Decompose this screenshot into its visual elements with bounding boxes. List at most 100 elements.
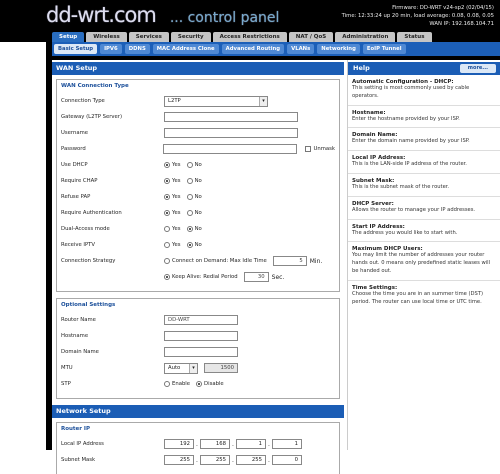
local-ip-label: Local IP Address — [61, 441, 104, 447]
require-auth-yes-radio[interactable] — [164, 210, 170, 216]
help-item: Subnet Mask: This is the subnet mask of t… — [348, 178, 500, 197]
mtu-value-input[interactable]: 1500 — [204, 363, 238, 373]
subtab-vlans[interactable]: VLANs — [287, 44, 315, 54]
router-name-row: Router Name DD-WRT — [61, 312, 335, 328]
local-ip-octet-2[interactable]: 168 — [200, 439, 230, 449]
subnet-octet-4[interactable]: 0 — [272, 455, 302, 465]
local-ip-input: 192. 168. 1. 1 — [164, 439, 302, 449]
help-item-text: Enter the hostname provided by your ISP. — [352, 115, 460, 122]
subtab-ddns[interactable]: DDNS — [124, 44, 150, 54]
connection-type-label: Connection Type — [61, 98, 105, 104]
network-setup-header: Network Setup — [52, 405, 344, 418]
max-idle-time-input[interactable]: 5 — [272, 256, 307, 266]
tab-wireless[interactable]: Wireless — [86, 32, 127, 42]
main-tabs: Setup Wireless Services Security Access … — [0, 32, 500, 42]
refuse-pap-yes-radio[interactable] — [164, 194, 170, 200]
help-item: DHCP Server: Allows the router to manage … — [348, 201, 500, 220]
help-item: Time Settings: Choose the time you are in… — [348, 285, 500, 311]
refuse-pap-no-radio[interactable] — [186, 194, 193, 200]
tab-setup[interactable]: Setup — [52, 32, 85, 42]
subtab-ipv6[interactable]: IPV6 — [100, 44, 122, 54]
username-label: Username — [61, 130, 89, 136]
uptime-text: Time: 12:33:24 up 20 min, load average: … — [341, 13, 494, 19]
gateway-input[interactable] — [164, 112, 298, 122]
connection-type-select[interactable]: L2TP ▾ — [164, 95, 268, 107]
unmask-option: Unmask — [304, 146, 335, 152]
subnet-octet-2[interactable]: 255 — [200, 455, 230, 465]
connection-strategy-row: Connection Strategy Connect on Demand: M… — [61, 253, 335, 269]
hostname-row: Hostname — [61, 328, 335, 344]
dual-access-yes-radio[interactable] — [164, 226, 170, 232]
require-chap-no-radio[interactable] — [186, 178, 193, 184]
tab-nat-qos[interactable]: NAT / QoS — [288, 32, 334, 42]
stp-disable-radio[interactable] — [196, 381, 203, 387]
subtab-advanced-routing[interactable]: Advanced Routing — [221, 44, 285, 54]
gateway-label: Gateway (L2TP Server) — [61, 114, 123, 120]
redial-period-input[interactable]: 30 — [243, 272, 269, 282]
receive-iptv-label: Receive IPTV — [61, 242, 96, 248]
help-item-text: This is the subnet mask of the router. — [352, 183, 450, 190]
chevron-down-icon: ▾ — [259, 96, 267, 106]
mtu-mode-select[interactable]: Auto ▾ — [164, 362, 198, 374]
keep-alive-radio[interactable] — [164, 274, 170, 280]
unmask-checkbox[interactable] — [304, 146, 311, 152]
receive-iptv-yes-radio[interactable] — [164, 242, 170, 248]
tab-access-restrictions[interactable]: Access Restrictions — [212, 32, 287, 42]
gateway-row: Gateway (L2TP Server) — [61, 109, 335, 125]
main-content: WAN Setup WAN Connection Type Connection… — [52, 60, 344, 474]
dual-access-row: Dual-Access mode Yes No — [61, 226, 202, 232]
wan-ip-text: WAN IP: 192.168.104.71 — [429, 21, 494, 27]
domain-name-label: Domain Name — [61, 349, 99, 355]
tab-status[interactable]: Status — [397, 32, 432, 42]
tab-services[interactable]: Services — [128, 32, 169, 42]
username-input[interactable] — [164, 128, 298, 138]
more-button[interactable]: more... — [459, 64, 496, 73]
help-item: Automatic Configuration - DHCP: This sett… — [348, 79, 500, 106]
tab-security[interactable]: Security — [170, 32, 211, 42]
subtab-mac-address-clone[interactable]: MAC Address Clone — [152, 44, 219, 54]
keep-alive-label: Keep Alive: Redial Period — [172, 274, 238, 280]
subtab-networking[interactable]: Networking — [317, 44, 360, 54]
password-input[interactable] — [163, 144, 297, 154]
local-ip-octet-4[interactable]: 1 — [272, 439, 302, 449]
stp-row: STP Enable Disable — [61, 381, 224, 387]
help-item: Local IP Address: This is the LAN-side IP… — [348, 155, 500, 174]
refuse-pap-label: Refuse PAP — [61, 194, 91, 200]
use-dhcp-no-radio[interactable] — [186, 162, 193, 168]
local-ip-octet-3[interactable]: 1 — [236, 439, 266, 449]
logo-subtitle: ... control panel — [169, 10, 280, 26]
sec-unit: Sec. — [271, 273, 285, 281]
connect-on-demand-radio[interactable] — [164, 258, 170, 264]
domain-name-input[interactable] — [164, 347, 238, 357]
keep-alive-row: Keep Alive: Redial Period 30 Sec. — [61, 269, 335, 285]
require-auth-no-radio[interactable] — [186, 210, 193, 216]
use-dhcp-yes-radio[interactable] — [164, 162, 170, 168]
local-ip-octet-1[interactable]: 192 — [164, 439, 194, 449]
subtab-eoip-tunnel[interactable]: EoIP Tunnel — [362, 44, 406, 54]
tab-administration[interactable]: Administration — [335, 32, 396, 42]
help-title: Help — [353, 64, 370, 72]
subnet-octet-1[interactable]: 255 — [164, 455, 194, 465]
require-chap-yes-radio[interactable] — [164, 178, 170, 184]
help-header: Help more... — [348, 62, 500, 75]
sub-tabs: Basic Setup IPV6 DDNS MAC Address Clone … — [52, 42, 500, 56]
hostname-input[interactable] — [164, 331, 238, 341]
dual-access-no-radio[interactable] — [186, 226, 193, 232]
subtab-basic-setup[interactable]: Basic Setup — [54, 44, 98, 54]
help-item-text: Enter the domain name provided by your I… — [352, 138, 470, 145]
help-item: Hostname: Enter the hostname provided by … — [348, 110, 500, 129]
use-dhcp-row: Use DHCP Yes No — [61, 162, 202, 168]
router-name-label: Router Name — [61, 317, 96, 323]
receive-iptv-no-radio[interactable] — [186, 242, 193, 248]
help-item: Domain Name: Enter the domain name provid… — [348, 132, 500, 152]
firmware-text: Firmware: DD-WRT v24-sp2 (02/04/15) — [392, 5, 494, 11]
help-item-text: The address you would like to start with… — [352, 229, 458, 236]
receive-iptv-row: Receive IPTV Yes No — [61, 242, 202, 248]
connect-on-demand-label: Connect on Demand: Max Idle Time — [172, 258, 267, 264]
wan-setup-header: WAN Setup — [52, 62, 344, 75]
hostname-label: Hostname — [61, 333, 89, 339]
subnet-octet-3[interactable]: 255 — [236, 455, 266, 465]
stp-enable-radio[interactable] — [164, 381, 170, 387]
require-auth-label: Require Authentication — [61, 210, 122, 216]
router-name-input[interactable]: DD-WRT — [164, 315, 238, 325]
